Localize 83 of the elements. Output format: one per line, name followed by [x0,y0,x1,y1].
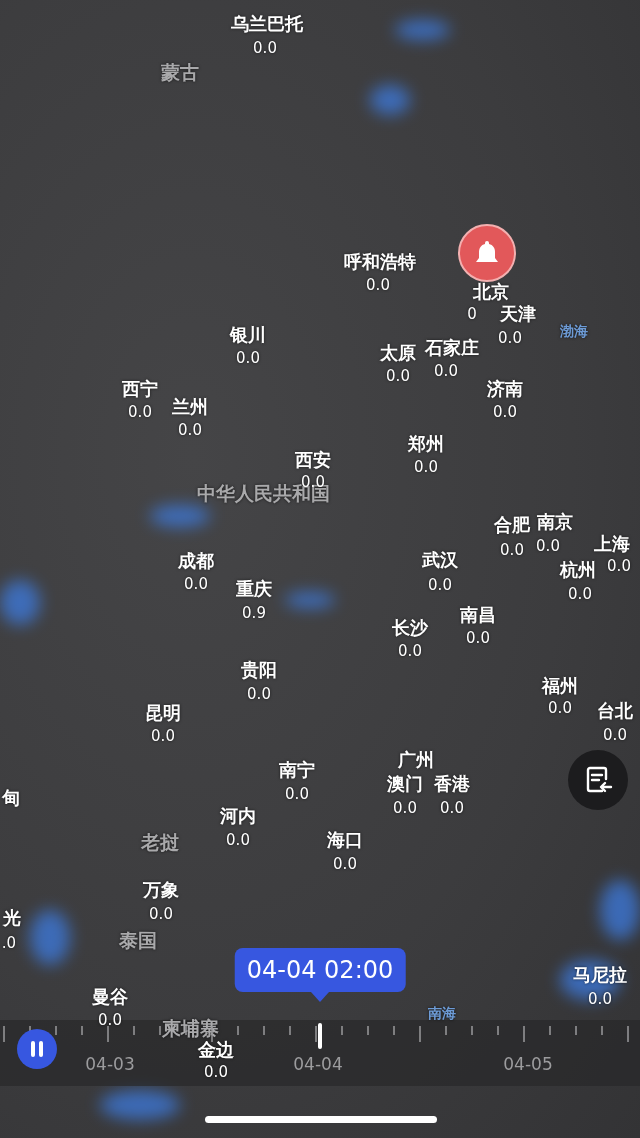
city-name: 天津 [500,304,536,324]
rainfall-value: 0.0 [536,538,560,555]
rainfall-value: 0.0 [414,459,438,476]
city-name: 马尼拉 [573,965,627,985]
pause-icon [29,1040,45,1058]
date-label: 04-04 [293,1053,343,1076]
city-name: 呼和浩特 [344,252,416,272]
city-name: 北京 [473,282,509,302]
rainfall-value: 0.0 [204,1064,228,1081]
rainfall-value: 0.0 [398,643,422,660]
country-label: 蒙古 [161,62,199,83]
rainfall-value: 0.0 [428,577,452,594]
rainfall-value: 0.0 [247,686,271,703]
city-name: 西安 [295,450,331,470]
rainfall-value: 0.0 [128,404,152,421]
rainfall-value: 0.0 [333,856,357,873]
time-bubble: 04-04 02:00 [234,948,406,992]
city-name: 长沙 [392,618,428,638]
city-name: 贵阳 [241,660,277,680]
rainfall-value: 0.0 [603,727,627,744]
rainfall-value: 0.0 [393,800,417,817]
rainfall-value: 0.0 [434,363,458,380]
rainfall-value: 0 [467,306,477,323]
rainfall-value: 0.0 [466,630,490,647]
city-name: 南京 [537,512,573,532]
rainfall-value: 0.0 [440,800,464,817]
date-label: 04-05 [503,1053,553,1076]
rainfall-value: 0.0 [184,576,208,593]
rainfall-value: 0.0 [366,277,390,294]
rainfall-value: .0 [1,935,17,952]
city-name: 合肥 [494,515,530,535]
rainfall-value: 0.0 [498,330,522,347]
rainfall-value: 0.0 [98,1012,122,1029]
city-name: 河内 [220,806,256,826]
rainfall-value: 0.9 [242,605,266,622]
city-name: 重庆 [236,579,272,599]
date-label: 04-03 [85,1053,135,1076]
country-label: 柬埔寨 [161,1018,219,1039]
city-name: 光 [3,908,21,928]
rainfall-value: 0.0 [588,991,612,1008]
rainfall-value: 0.0 [236,350,260,367]
rainfall-value: 0.0 [568,586,592,603]
rainfall-value: 0.0 [285,786,309,803]
city-name: 昆明 [145,703,181,723]
city-name: 香港 [434,774,470,794]
city-name: 广州 [398,750,434,770]
city-name: 济南 [487,379,523,399]
rainfall-value: 0.0 [253,40,277,57]
rainfall-value: 0.0 [151,728,175,745]
city-name: 澳门 [387,774,423,794]
sea-label: 渤海 [560,324,588,340]
country-label: 泰国 [119,930,157,951]
rainfall-value: 0.0 [386,368,410,385]
sea-label: 南海 [428,1006,456,1022]
rainfall-value: 0.0 [149,906,173,923]
rainfall-value: 0.0 [548,700,572,717]
city-name: 兰州 [172,397,208,417]
city-name: 甸 [2,788,20,808]
city-name: 武汉 [422,550,458,570]
rainfall-value: 0.0 [500,542,524,559]
rainfall-value: 0.0 [493,404,517,421]
rainfall-value: 0.0 [226,832,250,849]
city-name: 万象 [143,880,179,900]
city-name: 乌兰巴托 [231,14,303,34]
country-label: 老挝 [141,832,179,853]
city-name: 南昌 [460,605,496,625]
city-name: 银川 [230,325,266,345]
rainfall-value: 0.0 [178,422,202,439]
city-name: 福州 [542,676,578,696]
rainfall-value: 0.0 [607,558,631,575]
city-name: 南宁 [279,760,315,780]
city-name: 郑州 [408,434,444,454]
city-name: 上海 [594,534,630,554]
city-name: 太原 [380,343,416,363]
city-name: 石家庄 [425,338,479,358]
city-name: 金边 [198,1040,234,1060]
bubble-pointer [311,992,329,1002]
city-name: 海口 [327,830,363,850]
city-name: 曼谷 [92,987,128,1007]
city-name: 成都 [178,551,214,571]
city-name: 杭州 [560,560,596,580]
city-name: 西宁 [122,379,158,399]
city-name: 台北 [597,701,633,721]
